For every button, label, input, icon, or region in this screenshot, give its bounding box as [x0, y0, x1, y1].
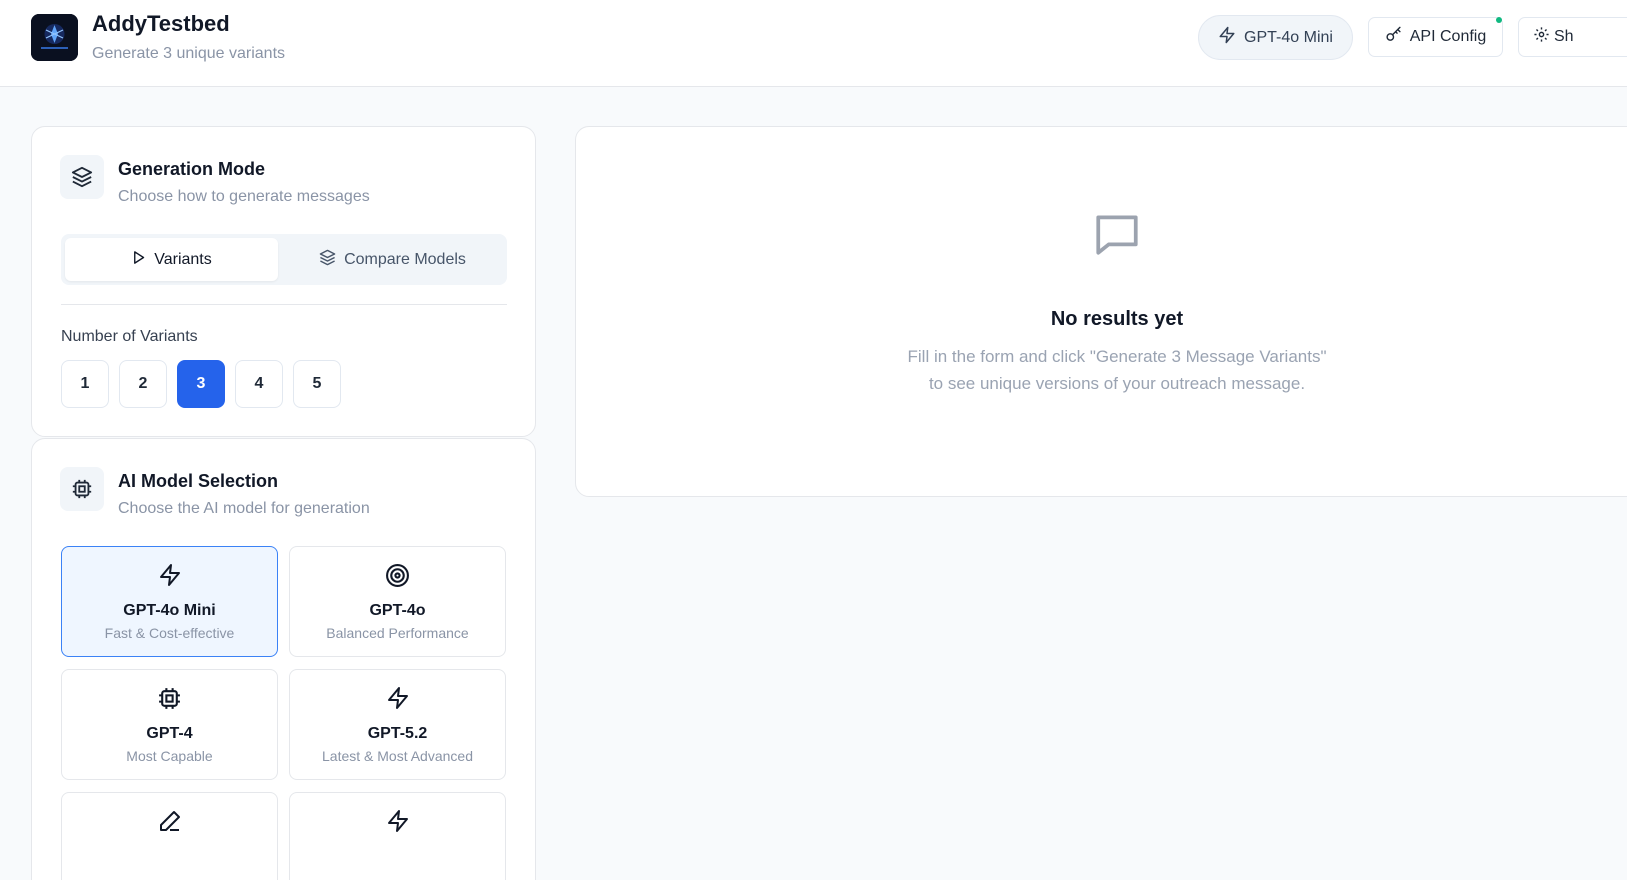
- cpu-icon: [60, 467, 104, 511]
- model-name: GPT-4o Mini: [123, 602, 216, 619]
- tab-compare-models-label: Compare Models: [344, 250, 466, 268]
- model-name: GPT-4: [146, 725, 193, 742]
- api-status-dot: [1496, 17, 1502, 23]
- generation-mode-card: Generation Mode Choose how to generate m…: [31, 126, 536, 437]
- results-panel: No results yet Fill in the form and clic…: [575, 126, 1627, 497]
- zap-icon: [1218, 26, 1236, 49]
- current-model-label: GPT-4o Mini: [1244, 28, 1333, 46]
- play-icon: [131, 250, 146, 270]
- mode-tabs: Variants Compare Models: [61, 234, 507, 285]
- share-button[interactable]: Sh: [1518, 17, 1627, 57]
- generation-mode-subtitle: Choose how to generate messages: [118, 188, 370, 205]
- model-option-5[interactable]: [61, 792, 278, 880]
- model-option-6[interactable]: [289, 792, 506, 880]
- number-of-variants-label: Number of Variants: [61, 328, 198, 345]
- tab-variants[interactable]: Variants: [65, 238, 278, 281]
- model-desc: Most Capable: [126, 748, 213, 764]
- section-divider: [61, 304, 507, 305]
- model-selection-title: AI Model Selection: [118, 471, 279, 491]
- model-desc: Fast & Cost-effective: [104, 625, 235, 641]
- model-selection-subtitle: Choose the AI model for generation: [118, 500, 370, 517]
- key-icon: [1385, 26, 1402, 48]
- app-title: AddyTestbed: [92, 11, 230, 36]
- top-header: AddyTestbed Generate 3 unique variants G…: [0, 0, 1627, 87]
- model-desc: Balanced Performance: [326, 625, 469, 641]
- variant-count-1[interactable]: 1: [61, 360, 109, 408]
- variant-count-3[interactable]: 3: [177, 360, 225, 408]
- zap-icon: [290, 686, 505, 710]
- model-name: GPT-4o: [369, 602, 426, 619]
- api-config-label: API Config: [1409, 28, 1487, 45]
- model-option-gpt-4[interactable]: GPT-4 Most Capable: [61, 669, 278, 780]
- app-subtitle: Generate 3 unique variants: [92, 45, 286, 62]
- cpu-icon: [62, 686, 277, 711]
- variant-count-5[interactable]: 5: [293, 360, 341, 408]
- empty-state-title: No results yet: [1050, 308, 1184, 330]
- gear-icon: [1533, 26, 1550, 48]
- layers-icon: [319, 249, 336, 271]
- message-square-icon: [1092, 209, 1142, 264]
- pen-icon: [62, 809, 277, 833]
- app-logo[interactable]: [31, 14, 78, 61]
- zap-icon: [62, 563, 277, 587]
- model-option-gpt-4o-mini[interactable]: GPT-4o Mini Fast & Cost-effective: [61, 546, 278, 657]
- empty-state-text: Fill in the form and click "Generate 3 M…: [907, 347, 1327, 393]
- generation-mode-title: Generation Mode: [118, 159, 266, 179]
- zap-icon: [290, 809, 505, 833]
- tab-variants-label: Variants: [154, 250, 212, 268]
- model-option-gpt-5-2[interactable]: GPT-5.2 Latest & Most Advanced: [289, 669, 506, 780]
- variant-count-2[interactable]: 2: [119, 360, 167, 408]
- variant-count-4[interactable]: 4: [235, 360, 283, 408]
- tab-compare-models[interactable]: Compare Models: [282, 238, 503, 281]
- layers-icon: [60, 155, 104, 199]
- model-desc: Latest & Most Advanced: [322, 748, 473, 764]
- model-name: GPT-5.2: [367, 725, 428, 742]
- target-icon: [290, 563, 505, 588]
- share-label: Sh: [1554, 28, 1574, 45]
- api-config-button[interactable]: API Config: [1368, 17, 1503, 57]
- model-option-gpt-4o[interactable]: GPT-4o Balanced Performance: [289, 546, 506, 657]
- model-selection-card: AI Model Selection Choose the AI model f…: [31, 438, 536, 880]
- current-model-pill[interactable]: GPT-4o Mini: [1198, 15, 1353, 60]
